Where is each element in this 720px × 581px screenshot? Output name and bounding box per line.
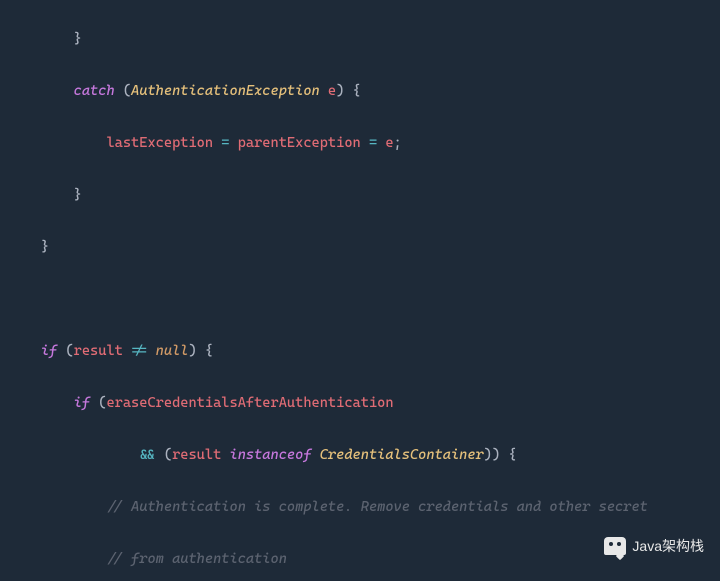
var: e <box>385 135 393 151</box>
code-line: && (result instanceof CredentialsContain… <box>8 442 720 468</box>
code-line: // Authentication is complete. Remove cr… <box>8 494 720 520</box>
comment: // Authentication is complete. Remove cr… <box>106 499 647 515</box>
brace: } <box>74 187 82 203</box>
code-line: catch (AuthenticationException e) { <box>8 78 720 104</box>
kw-catch: catch <box>74 83 115 99</box>
comment: // from authentication <box>106 551 286 567</box>
code-line: if (eraseCredentialsAfterAuthentication <box>8 390 720 416</box>
kw-if: if <box>74 395 90 411</box>
code-line: } <box>8 234 720 260</box>
var: eraseCredentialsAfterAuthentication <box>106 395 393 411</box>
var: lastException <box>106 135 213 151</box>
op-and: && <box>139 447 155 463</box>
code-line: if (result != null) { <box>8 338 720 364</box>
var: parentException <box>238 135 361 151</box>
code-line: } <box>8 26 720 52</box>
brace: } <box>41 239 49 255</box>
code-line <box>8 286 720 312</box>
var: result <box>172 447 221 463</box>
code-block: } catch (AuthenticationException e) { la… <box>0 0 720 581</box>
var: e <box>328 83 336 99</box>
code-line: lastException = parentException = e; <box>8 130 720 156</box>
var: result <box>74 343 123 359</box>
type: AuthenticationException <box>131 83 320 99</box>
wechat-icon <box>604 537 626 555</box>
kw-instanceof: instanceof <box>229 447 311 463</box>
watermark: Java架构栈 <box>604 533 704 559</box>
brace: } <box>74 31 82 47</box>
watermark-text: Java架构栈 <box>632 533 704 559</box>
type: CredentialsContainer <box>320 447 484 463</box>
null: null <box>156 343 189 359</box>
code-line: } <box>8 182 720 208</box>
kw-if: if <box>41 343 57 359</box>
